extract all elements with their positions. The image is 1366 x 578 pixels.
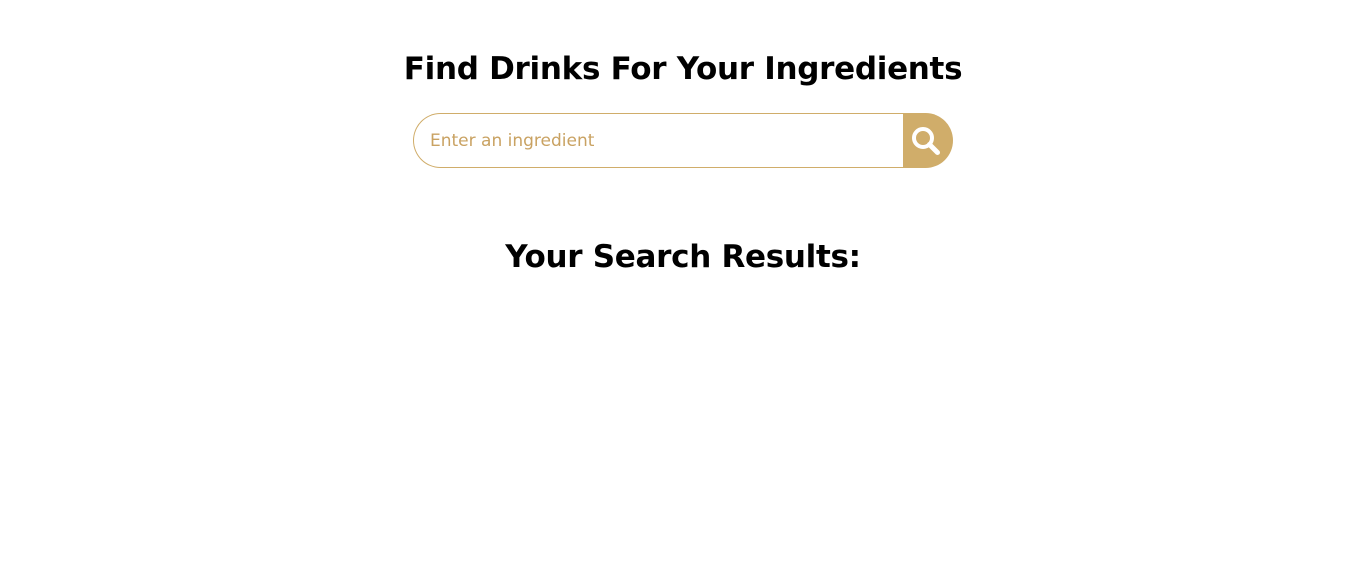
search-input[interactable] bbox=[413, 113, 903, 168]
results-title: Your Search Results: bbox=[505, 239, 861, 275]
results-list bbox=[283, 300, 1083, 540]
search-icon bbox=[910, 125, 942, 157]
page-title: Find Drinks For Your Ingredients bbox=[403, 51, 963, 87]
page: Find Drinks For Your Ingredients Your Se… bbox=[0, 0, 1366, 578]
search-form bbox=[413, 113, 953, 168]
search-button[interactable] bbox=[903, 113, 953, 168]
